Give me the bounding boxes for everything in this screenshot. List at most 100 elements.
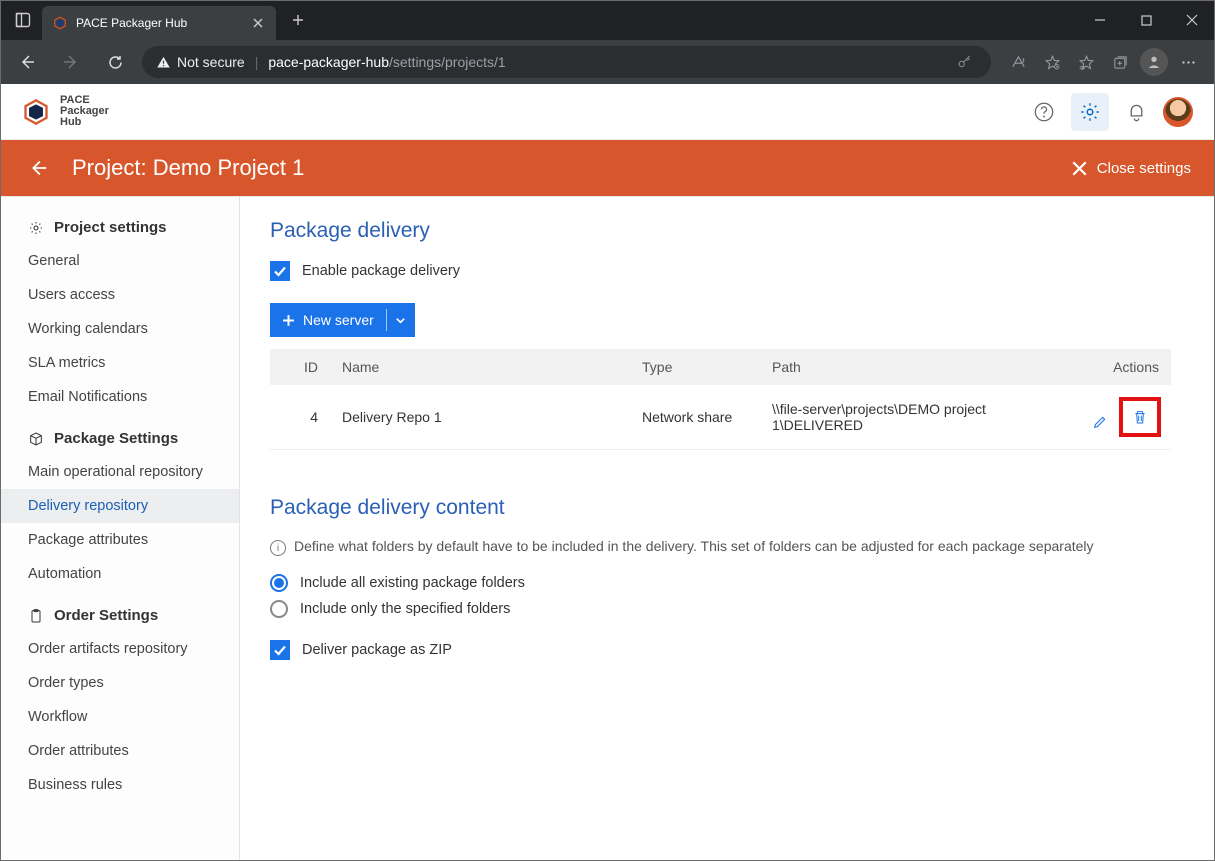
radio-include-specified-input[interactable]: [270, 600, 288, 618]
sidebar-item-order-types[interactable]: Order types: [0, 666, 239, 700]
nav-forward-button: [54, 45, 88, 79]
more-menu-icon[interactable]: [1171, 45, 1205, 79]
radio-include-all-label: Include all existing package folders: [300, 575, 525, 591]
sidebar-item-email-notifications[interactable]: Email Notifications: [0, 380, 239, 414]
cell-type: Network share: [630, 385, 760, 450]
check-icon: [273, 643, 287, 657]
back-button[interactable]: [24, 154, 52, 182]
close-icon: [1072, 161, 1087, 176]
logo-text: PACE Packager Hub: [60, 95, 109, 128]
col-type[interactable]: Type: [630, 349, 760, 385]
trash-icon: [1132, 408, 1148, 426]
security-badge[interactable]: Not secure: [156, 54, 245, 70]
help-button[interactable]: [1025, 93, 1063, 131]
main-content: Package delivery Enable package delivery…: [240, 197, 1215, 861]
sidebar-group-order-settings: Order Settings: [0, 599, 239, 632]
delete-button[interactable]: [1129, 406, 1151, 428]
deliver-zip-checkbox[interactable]: [270, 640, 290, 660]
key-icon[interactable]: [953, 54, 977, 70]
toolbar-right-icons: [1001, 45, 1205, 79]
favorites-star-icon[interactable]: [1035, 45, 1069, 79]
sidebar-item-delivery-repo[interactable]: Delivery repository: [0, 489, 239, 523]
address-bar[interactable]: Not secure | pace-packager-hub/settings/…: [142, 46, 991, 78]
window-controls: [1077, 0, 1215, 40]
url-path: /settings/projects/1: [389, 54, 506, 70]
package-icon: [28, 431, 44, 447]
radio-include-all[interactable]: Include all existing package folders: [270, 574, 1171, 592]
enable-delivery-label: Enable package delivery: [302, 263, 460, 279]
user-avatar[interactable]: [1163, 97, 1193, 127]
info-text: Define what folders by default have to b…: [294, 538, 1094, 554]
collections-icon[interactable]: [1103, 45, 1137, 79]
deliver-zip-row[interactable]: Deliver package as ZIP: [270, 640, 1171, 660]
new-server-label: New server: [303, 312, 374, 328]
browser-toolbar: Not secure | pace-packager-hub/settings/…: [0, 40, 1215, 84]
servers-table: ID Name Type Path Actions 4 Delivery Rep…: [270, 349, 1171, 450]
check-icon: [273, 264, 287, 278]
col-name[interactable]: Name: [330, 349, 630, 385]
nav-refresh-button[interactable]: [98, 45, 132, 79]
gear-icon: [28, 220, 44, 236]
deliver-zip-label: Deliver package as ZIP: [302, 642, 452, 658]
window-close-button[interactable]: [1169, 0, 1215, 40]
new-server-dropdown[interactable]: [387, 315, 415, 326]
favorites-bar-icon[interactable]: [1069, 45, 1103, 79]
sidebar-item-working-calendars[interactable]: Working calendars: [0, 312, 239, 346]
section-title-delivery: Package delivery: [270, 219, 1171, 243]
sidebar-item-sla-metrics[interactable]: SLA metrics: [0, 346, 239, 380]
edit-button[interactable]: [1089, 411, 1111, 433]
tabs-overview-icon[interactable]: [6, 4, 40, 36]
tab-title: PACE Packager Hub: [76, 16, 242, 30]
browser-tab-strip: PACE Packager Hub: [0, 0, 1215, 40]
col-id[interactable]: ID: [270, 349, 330, 385]
nav-back-button[interactable]: [10, 45, 44, 79]
radio-include-specified-label: Include only the specified folders: [300, 601, 510, 617]
sidebar-item-users-access[interactable]: Users access: [0, 278, 239, 312]
profile-button[interactable]: [1137, 45, 1171, 79]
window-maximize-button[interactable]: [1123, 0, 1169, 40]
page-title: Project: Demo Project 1: [72, 155, 304, 181]
page-title-bar: Project: Demo Project 1 Close settings: [0, 140, 1215, 196]
sidebar-item-order-attrs[interactable]: Order attributes: [0, 734, 239, 768]
browser-tab[interactable]: PACE Packager Hub: [42, 6, 276, 40]
close-settings-button[interactable]: Close settings: [1072, 160, 1191, 177]
delete-button-highlight: [1119, 397, 1161, 437]
new-server-button[interactable]: New server: [270, 303, 415, 337]
sidebar-item-automation[interactable]: Automation: [0, 557, 239, 591]
info-row: i Define what folders by default have to…: [270, 538, 1171, 556]
sidebar-item-order-artifacts[interactable]: Order artifacts repository: [0, 632, 239, 666]
info-icon: i: [270, 540, 286, 556]
warning-icon: [156, 55, 171, 70]
table-row[interactable]: 4 Delivery Repo 1 Network share \\file-s…: [270, 385, 1171, 450]
radio-include-specified[interactable]: Include only the specified folders: [270, 600, 1171, 618]
plus-icon: [282, 314, 295, 327]
pencil-icon: [1092, 414, 1108, 430]
cell-path: \\file-server\projects\DEMO project 1\DE…: [760, 385, 1041, 450]
sidebar-item-workflow[interactable]: Workflow: [0, 700, 239, 734]
enable-delivery-row[interactable]: Enable package delivery: [270, 261, 1171, 281]
tab-close-button[interactable]: [250, 15, 266, 31]
sidebar-item-main-repo[interactable]: Main operational repository: [0, 455, 239, 489]
app-logo[interactable]: PACE Packager Hub: [22, 95, 109, 128]
cell-id: 4: [270, 385, 330, 450]
security-text: Not secure: [177, 54, 245, 70]
notifications-button[interactable]: [1117, 93, 1155, 131]
settings-button[interactable]: [1071, 93, 1109, 131]
section-title-delivery-content: Package delivery content: [270, 496, 1171, 520]
sidebar-group-project-settings: Project settings: [0, 211, 239, 244]
clipboard-icon: [28, 608, 44, 624]
new-tab-button[interactable]: [284, 6, 312, 34]
col-path[interactable]: Path: [760, 349, 1041, 385]
chevron-down-icon: [395, 315, 406, 326]
cell-actions: [1041, 385, 1171, 450]
sidebar-item-business-rules[interactable]: Business rules: [0, 768, 239, 802]
enable-delivery-checkbox[interactable]: [270, 261, 290, 281]
read-aloud-icon[interactable]: [1001, 45, 1035, 79]
cell-name: Delivery Repo 1: [330, 385, 630, 450]
window-minimize-button[interactable]: [1077, 0, 1123, 40]
radio-include-all-input[interactable]: [270, 574, 288, 592]
sidebar-item-package-attrs[interactable]: Package attributes: [0, 523, 239, 557]
sidebar-item-general[interactable]: General: [0, 244, 239, 278]
logo-mark-icon: [22, 98, 50, 126]
col-actions: Actions: [1041, 349, 1171, 385]
